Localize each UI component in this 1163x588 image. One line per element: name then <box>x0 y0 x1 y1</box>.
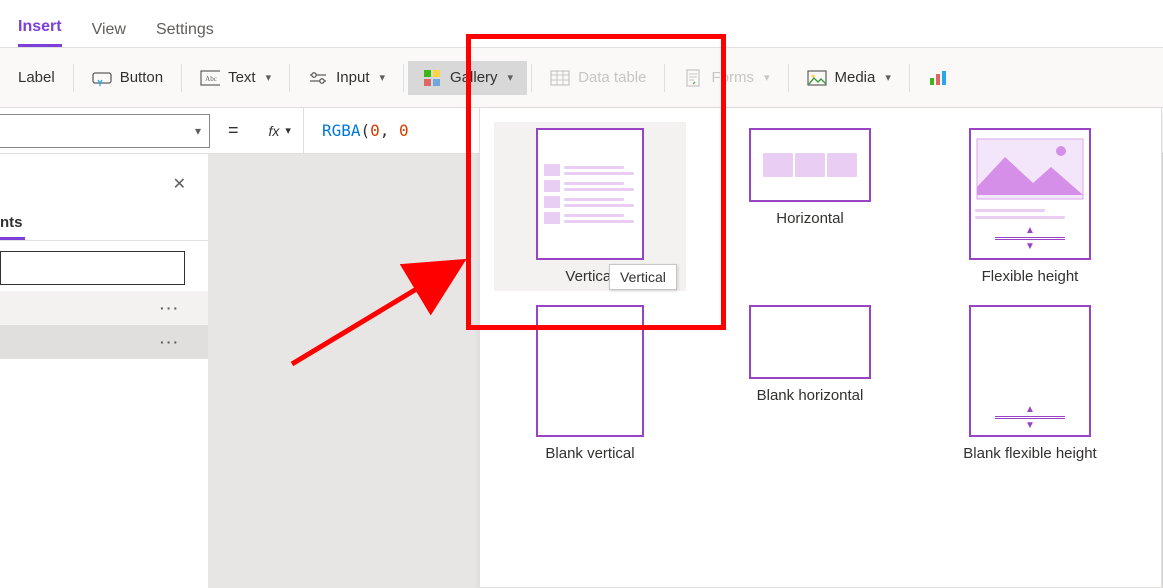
pane-tab-components[interactable]: nts <box>0 214 25 240</box>
gallery-option-blank-flexible[interactable]: ▲▼ Blank flexible height <box>940 305 1120 462</box>
chevron-down-icon: ▾ <box>380 71 386 84</box>
gallery-grid-icon <box>422 69 442 87</box>
resize-grip-icon: ▲▼ <box>975 225 1085 252</box>
form-icon <box>683 69 703 87</box>
svg-text:Abc: Abc <box>205 75 217 83</box>
ribbon-text[interactable]: Abc Text ▾ <box>186 61 285 95</box>
pane-tabs: nts <box>0 214 208 241</box>
equals-sign: = <box>210 120 257 141</box>
mountain-image-icon <box>975 137 1085 201</box>
tab-insert[interactable]: Insert <box>18 18 62 47</box>
ribbon-button[interactable]: Button <box>78 61 177 95</box>
gallery-option-flexible-height[interactable]: ▲▼ Flexible height <box>940 128 1120 285</box>
ribbon-separator <box>909 64 910 92</box>
gallery-label: Blank flexible height <box>963 445 1096 462</box>
gallery-thumb-horizontal <box>749 128 871 202</box>
input-label: Input <box>336 69 369 86</box>
tree-view-pane: ✕ nts ··· ··· <box>0 154 208 359</box>
gallery-label: Blank vertical <box>545 445 634 462</box>
formula-fn: RGBA <box>322 121 361 140</box>
chevron-down-icon: ▾ <box>266 71 272 84</box>
text-label: Text <box>228 69 256 86</box>
tree-item[interactable]: ··· <box>0 291 208 325</box>
close-icon[interactable]: ✕ <box>173 174 186 194</box>
comma: , <box>380 121 390 140</box>
table-icon <box>550 69 570 87</box>
image-icon <box>807 69 827 87</box>
button-icon <box>92 69 112 87</box>
ribbon-media[interactable]: Media ▾ <box>793 61 905 95</box>
ribbon-gallery[interactable]: Gallery ▾ <box>408 61 527 95</box>
input-slider-icon <box>308 69 328 87</box>
gallery-thumb-blank-flexible: ▲▼ <box>969 305 1091 437</box>
text-abc-icon: Abc <box>200 69 220 87</box>
pane-header: ✕ <box>0 154 208 214</box>
gallery-label: Flexible height <box>982 268 1079 285</box>
gallery-dropdown-panel: Vertical Horizontal ▲▼ Flexible height B… <box>479 108 1162 588</box>
tab-settings[interactable]: Settings <box>156 21 214 47</box>
tree-search-input[interactable] <box>0 251 185 285</box>
tooltip: Vertical <box>609 264 677 290</box>
ribbon-separator <box>181 64 182 92</box>
tab-view[interactable]: View <box>92 21 126 47</box>
chevron-down-icon: ▾ <box>764 71 770 84</box>
more-options-icon[interactable]: ··· <box>160 334 180 350</box>
gallery-label: Vertical <box>565 268 614 285</box>
ribbon-separator <box>531 64 532 92</box>
label-text: Label <box>18 69 55 86</box>
gallery-label: Horizontal <box>776 210 844 227</box>
chevron-down-icon: ▾ <box>285 124 291 137</box>
fx-label: fx <box>269 123 280 139</box>
ribbon-separator <box>664 64 665 92</box>
arg0: 0 <box>370 121 380 140</box>
chevron-down-icon: ▾ <box>885 71 891 84</box>
insert-ribbon: Label Button Abc Text ▾ Input ▾ <box>0 48 1163 108</box>
media-label: Media <box>835 69 876 86</box>
resize-grip-icon: ▲▼ <box>975 404 1085 431</box>
tree-item[interactable]: ··· <box>0 325 208 359</box>
formula-text[interactable]: RGBA(0, 0 <box>304 121 409 140</box>
ribbon-label[interactable]: Label <box>4 61 69 94</box>
ribbon-separator <box>289 64 290 92</box>
ribbon-separator <box>403 64 404 92</box>
ribbon-chart[interactable] <box>914 61 952 95</box>
fx-button[interactable]: fx ▾ <box>257 108 304 153</box>
gallery-option-blank-horizontal[interactable]: Blank horizontal <box>720 305 900 462</box>
chevron-down-icon: ▾ <box>508 71 514 84</box>
gallery-thumb-blank-horizontal <box>749 305 871 379</box>
top-tabs: Insert View Settings <box>0 0 1163 48</box>
data-table-label: Data table <box>578 69 646 86</box>
chart-icon <box>928 69 948 87</box>
gallery-thumb-blank-vertical <box>536 305 644 437</box>
property-dropdown[interactable]: ▾ <box>0 114 210 148</box>
gallery-option-horizontal[interactable]: Horizontal <box>720 128 900 285</box>
forms-label: Forms <box>711 69 754 86</box>
arg1-partial: 0 <box>399 121 409 140</box>
button-text: Button <box>120 69 163 86</box>
gallery-thumb-vertical <box>536 128 644 260</box>
ribbon-separator <box>788 64 789 92</box>
ribbon-data-table[interactable]: Data table <box>536 61 660 95</box>
ribbon-forms[interactable]: Forms ▾ <box>669 61 783 95</box>
chevron-down-icon: ▾ <box>195 124 201 138</box>
gallery-option-blank-vertical[interactable]: Blank vertical <box>500 305 680 462</box>
gallery-label: Blank horizontal <box>757 387 864 404</box>
ribbon-separator <box>73 64 74 92</box>
ribbon-input[interactable]: Input ▾ <box>294 61 399 95</box>
gallery-thumb-flexible: ▲▼ <box>969 128 1091 260</box>
more-options-icon[interactable]: ··· <box>160 300 180 316</box>
gallery-label: Gallery <box>450 69 498 86</box>
open-paren: ( <box>360 121 370 140</box>
